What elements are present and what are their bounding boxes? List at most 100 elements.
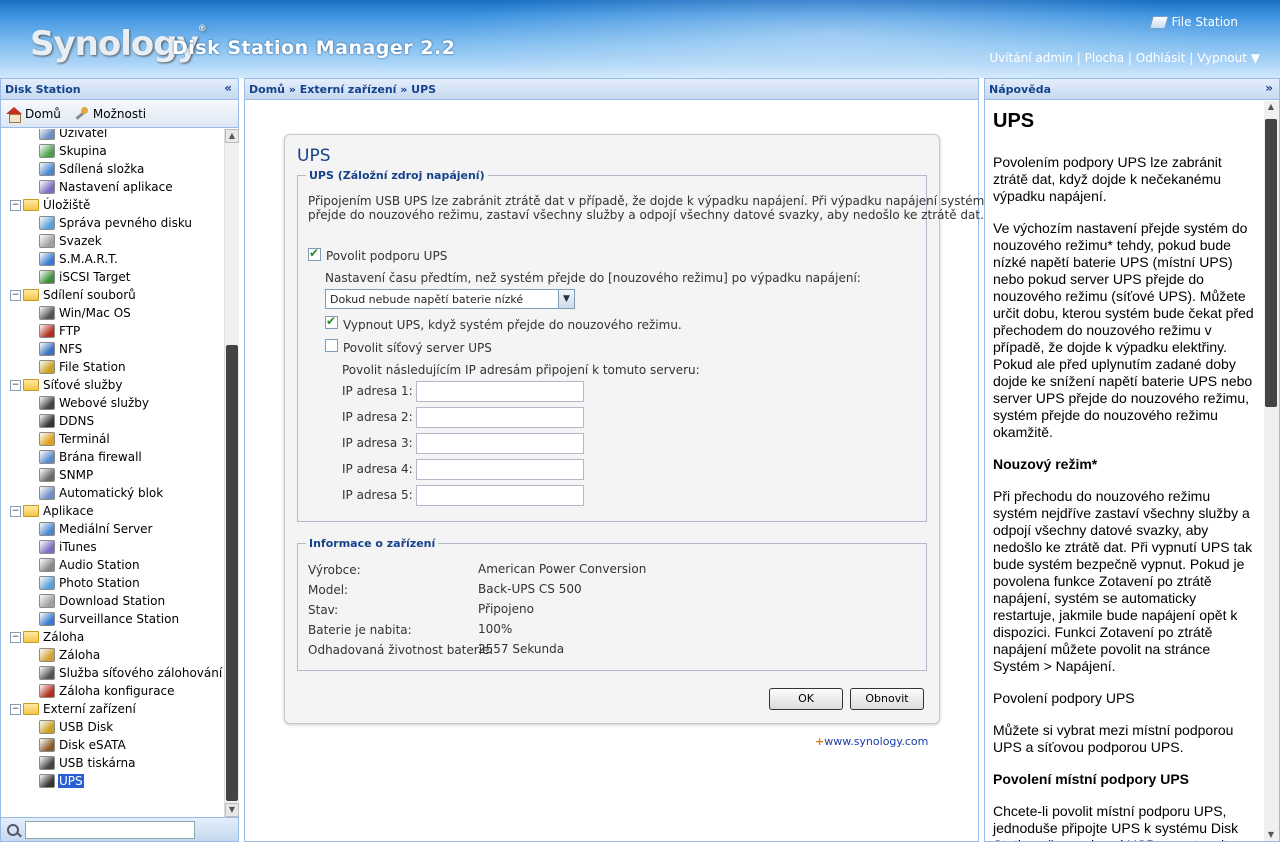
help-scrollbar[interactable]: ▲ ▼ <box>1264 101 1279 841</box>
ip-address-1-input[interactable] <box>416 381 584 402</box>
config-backup-icon <box>39 684 55 698</box>
device-info-legend: Informace o zařízení <box>309 537 436 550</box>
ip-address-2-input[interactable] <box>416 407 584 428</box>
left-panel-header: Disk Station « <box>1 79 238 100</box>
enable-ups-checkbox[interactable] <box>308 246 321 261</box>
tree-item[interactable]: Webové služby <box>39 394 150 412</box>
tree-folder[interactable]: − Záloha <box>10 628 85 646</box>
info-value-vendor: American Power Conversion <box>478 562 647 576</box>
scroll-up-icon[interactable]: ▲ <box>1264 101 1278 115</box>
tree-item[interactable]: Photo Station <box>39 574 141 592</box>
tree-item-label: Aplikace <box>43 504 94 518</box>
breadcrumb[interactable]: Domů » Externí zařízení » UPS <box>245 79 978 100</box>
welcome-link[interactable]: Uvítání admin <box>989 51 1073 65</box>
tree-item[interactable]: Uživatel <box>39 129 108 142</box>
tree-item[interactable]: Surveillance Station <box>39 610 180 628</box>
tree-item-label: Záloha <box>43 630 85 644</box>
scroll-up-icon[interactable]: ▲ <box>225 129 239 143</box>
ip-address-4-input[interactable] <box>416 459 584 480</box>
tree-item[interactable]: Sdílená složka <box>39 160 145 178</box>
scroll-down-icon[interactable]: ▼ <box>1264 829 1278 841</box>
desktop-link[interactable]: Plocha <box>1085 51 1124 65</box>
winmac-icon <box>39 306 55 320</box>
info-label-model: Model: <box>308 583 349 597</box>
tree-item[interactable]: Záloha konfigurace <box>39 682 176 700</box>
tree-folder[interactable]: − Úložiště <box>10 196 91 214</box>
collapse-toggle-icon[interactable]: − <box>10 703 21 715</box>
help-paragraph: Povolením podpory UPS lze zabránit ztrát… <box>993 154 1222 204</box>
tree-item[interactable]: Win/Mac OS <box>39 304 132 322</box>
tree-folder[interactable]: − Sdílení souborů <box>10 286 137 304</box>
collapse-toggle-icon[interactable]: − <box>10 289 21 301</box>
nfs-icon <box>39 342 55 356</box>
tree-item[interactable]: FTP <box>39 322 81 340</box>
collapse-toggle-icon[interactable]: − <box>10 379 21 391</box>
info-label-status: Stav: <box>308 603 339 617</box>
backup-icon <box>39 648 55 662</box>
left-panel-title: Disk Station <box>5 83 81 96</box>
tree-item[interactable]: SNMP <box>39 466 94 484</box>
expand-right-icon[interactable]: » <box>1265 81 1273 95</box>
ups-description-line1: Připojením USB UPS lze zabránit ztrátě d… <box>308 194 985 208</box>
ip-address-3-input[interactable] <box>416 433 584 454</box>
tree-item-label: Záloha <box>59 648 101 662</box>
collapse-toggle-icon[interactable]: − <box>10 631 21 643</box>
synology-website-link[interactable]: +www.synology.com <box>815 735 928 748</box>
tree-item[interactable]: Audio Station <box>39 556 141 574</box>
network-server-checkbox[interactable] <box>325 339 338 352</box>
tree-item[interactable]: Záloha <box>39 646 101 664</box>
help-heading: UPS <box>993 110 1035 132</box>
scroll-thumb[interactable] <box>1265 119 1277 407</box>
tree-item[interactable]: DDNS <box>39 412 95 430</box>
help-subheading: Nouzový režim* <box>993 456 1098 472</box>
tree-item-label: Mediální Server <box>59 522 153 536</box>
help-paragraph: Chcete-li povolit místní podporu UPS, je… <box>993 803 1239 841</box>
shutdown-menu[interactable]: Vypnout ▼ <box>1197 51 1260 65</box>
collapse-toggle-icon[interactable]: − <box>10 199 21 211</box>
tree-item[interactable]: Automatický blok <box>39 484 164 502</box>
tree-item[interactable]: iSCSI Target <box>39 268 131 286</box>
tree-item[interactable]: Správa pevného disku <box>39 214 193 232</box>
tree-item[interactable]: Download Station <box>39 592 166 610</box>
tree-folder[interactable]: − Síťové služby <box>10 376 124 394</box>
home-button[interactable]: Domů <box>6 106 61 123</box>
left-scrollbar[interactable]: ▲ ▼ <box>224 129 239 817</box>
tree-item[interactable]: Svazek <box>39 232 103 250</box>
search-input[interactable] <box>25 820 195 839</box>
scroll-down-icon[interactable]: ▼ <box>225 803 239 817</box>
tree-item[interactable]: File Station <box>39 358 127 376</box>
tree-item[interactable]: Disk eSATA <box>39 736 127 754</box>
tree-item[interactable]: Skupina <box>39 142 108 160</box>
options-button[interactable]: Možnosti <box>73 106 146 121</box>
tree-folder[interactable]: − Externí zařízení <box>10 700 137 718</box>
tree-item[interactable]: Terminál <box>39 430 111 448</box>
logout-link[interactable]: Odhlásit <box>1136 51 1186 65</box>
reset-button[interactable]: Obnovit <box>850 688 924 710</box>
file-station-label: File Station <box>1171 15 1238 29</box>
ok-button[interactable]: OK <box>769 688 843 710</box>
tree-folder[interactable]: − Aplikace <box>10 502 95 520</box>
help-content: UPS Povolením podpory UPS lze zabránit z… <box>993 109 1257 841</box>
tree-item[interactable]: Brána firewall <box>39 448 143 466</box>
tree-item[interactable]: Nastavení aplikace <box>39 178 174 196</box>
product-title: Disk Station Manager 2.2 <box>172 37 456 59</box>
collapse-toggle-icon[interactable]: − <box>10 505 21 517</box>
tree-item[interactable]: Služba síťového zálohování <box>39 664 223 682</box>
tree-item[interactable]: Mediální Server <box>39 520 153 538</box>
time-setting-select[interactable]: Dokud nebude napětí baterie nízké ▼ <box>325 289 575 309</box>
tree-item[interactable]: S.M.A.R.T. <box>39 250 119 268</box>
ip-address-5-input[interactable] <box>416 485 584 506</box>
help-panel: Nápověda » UPS Povolením podpory UPS lze… <box>984 78 1280 842</box>
tree-item[interactable]: NFS <box>39 340 83 358</box>
time-setting-label: Nastavení času předtím, než systém přejd… <box>325 271 861 285</box>
shutdown-ups-checkbox[interactable] <box>325 314 338 329</box>
audio-icon <box>39 558 55 572</box>
file-station-link[interactable]: File Station <box>1149 15 1238 29</box>
scroll-thumb[interactable] <box>226 345 238 801</box>
tree-item[interactable]: UPS <box>39 772 84 790</box>
tree-item[interactable]: USB tiskárna <box>39 754 137 772</box>
tree-item[interactable]: USB Disk <box>39 718 114 736</box>
collapse-left-icon[interactable]: « <box>224 81 232 95</box>
tree-item[interactable]: iTunes <box>39 538 98 556</box>
chevron-down-icon[interactable]: ▼ <box>558 290 574 308</box>
